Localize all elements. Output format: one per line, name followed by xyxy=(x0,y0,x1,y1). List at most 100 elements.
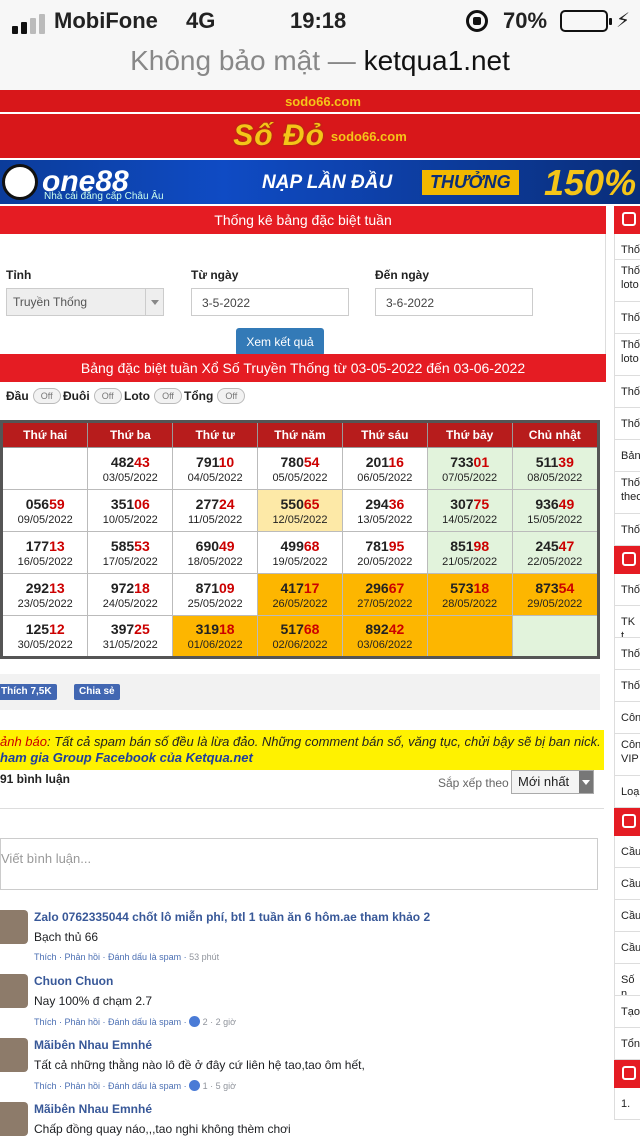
number-tail: 42 xyxy=(388,621,405,637)
comment-action-links[interactable]: Thích · Phản hồi · Đánh dấu là spam · xyxy=(34,1017,187,1027)
comment-actions[interactable]: Thích · Phản hồi · Đánh dấu là spam · 1 … xyxy=(34,1080,236,1091)
sidebar-link[interactable]: Cầu xyxy=(614,868,640,900)
number-head: 690 xyxy=(195,537,220,554)
sidebar-link[interactable]: Loại xyxy=(614,776,640,808)
comment-input[interactable]: Viết bình luận... xyxy=(0,838,598,890)
avatar[interactable] xyxy=(0,1102,28,1136)
number-tail: 39 xyxy=(558,453,574,470)
table-row: 12512 30/05/2022 39725 31/05/2022 31918 01/06… xyxy=(0,615,600,658)
football-icon xyxy=(2,164,38,200)
draw-date: 10/05/2022 xyxy=(102,513,158,526)
comment-actions[interactable]: Thích · Phản hồi · Đánh dấu là spam · 2 … xyxy=(34,1016,236,1027)
facebook-like-button[interactable]: Thích 7,5K xyxy=(0,684,57,700)
sidebar-link[interactable]: Thố loto xyxy=(614,334,640,376)
number-tail: 47 xyxy=(558,537,575,554)
sidebar-link[interactable]: Thố theo xyxy=(614,472,640,514)
view-results-button[interactable]: Xem kết quả xyxy=(236,328,324,356)
sidebar-link[interactable]: Thố xyxy=(614,638,640,670)
notice-prefix: ảnh báo xyxy=(0,734,47,749)
draw-date: 14/05/2022 xyxy=(442,513,498,526)
comment-actions[interactable]: Thích · Phản hồi · Đánh dấu là spam · 53… xyxy=(34,952,219,962)
sodo-banner[interactable]: Số Đỏ sodo66.com xyxy=(0,114,640,158)
result-cell: 31918 01/06/2022 xyxy=(172,615,259,658)
sodo-logo: Số Đỏ xyxy=(233,119,325,152)
comment-action-links[interactable]: Thích · Phản hồi · Đánh dấu là spam · xyxy=(34,1081,187,1091)
toggle-bar: Đầu Off Đuôi Off Loto Off Tổng Off xyxy=(0,386,606,408)
toggle-switch[interactable]: Off xyxy=(217,388,246,404)
toggle-duoi[interactable]: Đuôi Off xyxy=(63,388,122,404)
from-date-input[interactable]: 3-5-2022 xyxy=(191,288,349,316)
number-head: 780 xyxy=(280,453,304,470)
sidebar-link[interactable]: Cầu xyxy=(614,836,640,868)
sidebar-link[interactable]: Bản xyxy=(614,440,640,472)
draw-date: 01/06/2022 xyxy=(187,639,243,651)
toggle-loto[interactable]: Loto Off xyxy=(124,388,182,404)
sidebar-link[interactable]: Thố xyxy=(614,302,640,334)
comment-action-links[interactable]: Thích · Phản hồi · Đánh dấu là spam · xyxy=(34,952,187,962)
filter-title: Thống kê bảng đặc biệt tuần xyxy=(0,206,606,234)
draw-date: 22/05/2022 xyxy=(527,555,583,568)
sodo-banner-top[interactable]: sodo66.com xyxy=(0,90,640,112)
address-bar[interactable]: Không bảo mật — ketqua1.net xyxy=(0,44,640,90)
chart-icon xyxy=(622,552,636,566)
like-icon xyxy=(189,1016,201,1027)
sidebar-section-header xyxy=(614,546,640,574)
result-section: Bảng đặc biệt tuần Xổ Số Truyền Thống từ… xyxy=(0,354,606,408)
number-head: 733 xyxy=(450,453,474,470)
toggle-switch[interactable]: Off xyxy=(93,388,122,404)
toggle-switch[interactable]: Off xyxy=(32,388,61,404)
sidebar-link[interactable]: Tạo xyxy=(614,996,640,1028)
sidebar-link[interactable]: Thố loto xyxy=(614,260,640,302)
commenter-name[interactable]: Chuon Chuon xyxy=(34,974,113,988)
result-cell: 05659 09/05/2022 xyxy=(0,489,89,532)
result-cell: 39725 31/05/2022 xyxy=(87,615,174,658)
sidebar-link[interactable]: Số n xyxy=(614,964,640,996)
sidebar-link[interactable]: Cầu xyxy=(614,932,640,964)
avatar[interactable] xyxy=(0,974,28,1008)
avatar[interactable] xyxy=(0,910,28,944)
sidebar-link[interactable]: Thố xyxy=(614,514,640,546)
number-head: 307 xyxy=(450,495,474,512)
one88-banner[interactable]: one88 Nhà cái đẳng cấp Châu Âu NẠP LẦN Đ… xyxy=(0,160,640,204)
sidebar-link[interactable]: Côn VIP xyxy=(614,734,640,776)
sidebar-link[interactable]: Thố xyxy=(614,376,640,408)
result-cell: 73301 07/05/2022 xyxy=(426,447,513,490)
result-cell: 87109 25/05/2022 xyxy=(172,573,259,616)
number-head: 517 xyxy=(280,621,304,637)
toggle-dau[interactable]: Đầu Off xyxy=(6,388,61,404)
special-prize-number: 87354 xyxy=(513,580,597,596)
number-tail: 68 xyxy=(303,621,320,637)
toggle-tong[interactable]: Tổng Off xyxy=(184,388,246,404)
special-prize-number: 17713 xyxy=(3,538,87,554)
number-tail: 09 xyxy=(219,579,235,596)
sidebar-link[interactable]: Côn xyxy=(614,702,640,734)
draw-date: 27/05/2022 xyxy=(357,597,413,610)
special-prize-number: 78195 xyxy=(343,538,427,554)
sidebar-link[interactable]: Thố xyxy=(614,574,640,606)
sidebar-link[interactable]: 1. xyxy=(614,1088,640,1120)
number-head: 892 xyxy=(365,621,389,637)
toggle-switch[interactable]: Off xyxy=(154,388,182,404)
sidebar-section-header xyxy=(614,1060,640,1088)
network-type: 4G xyxy=(186,8,216,33)
to-date-input[interactable]: 3-6-2022 xyxy=(375,288,533,316)
number-head: 482 xyxy=(110,453,135,470)
sidebar-link[interactable]: Cầu xyxy=(614,900,640,932)
province-select[interactable]: Truyền Thống xyxy=(6,288,164,316)
sidebar-link[interactable]: Thố xyxy=(614,408,640,440)
draw-date: 29/05/2022 xyxy=(527,597,583,610)
sidebar-link[interactable]: Thố xyxy=(614,234,640,260)
commenter-name[interactable]: Mãibên Nhau Emnhé xyxy=(34,1102,152,1116)
sidebar-link[interactable]: TK t xyxy=(614,606,640,638)
commenter-name[interactable]: Mãibên Nhau Emnhé xyxy=(34,1038,152,1052)
facebook-group-link[interactable]: ham gia Group Facebook của Ketqua.net xyxy=(0,750,604,766)
sidebar-link[interactable]: Tổn xyxy=(614,1028,640,1060)
avatar[interactable] xyxy=(0,1038,28,1072)
sort-select[interactable]: Mới nhất xyxy=(511,770,594,794)
from-date-label: Từ ngày xyxy=(191,268,239,282)
sidebar-link[interactable]: Thố xyxy=(614,670,640,702)
commenter-name[interactable]: Zalo 0762335044 chốt lô miễn phí, btl 1 … xyxy=(34,910,430,924)
special-prize-number: 51768 xyxy=(258,621,342,637)
facebook-share-button[interactable]: Chia sẻ xyxy=(74,684,120,700)
draw-date: 15/05/2022 xyxy=(527,513,583,526)
